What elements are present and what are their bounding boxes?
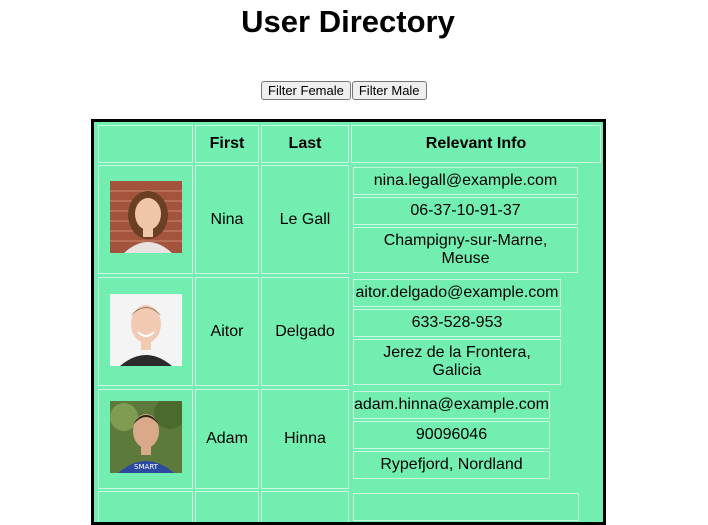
table-row-last: Le Gall [261, 165, 349, 274]
table-row-first [195, 491, 259, 522]
user-table: First Last Relevant Info Nina Le Gall ni… [91, 119, 606, 525]
table-row-photo [98, 277, 193, 386]
filter-bar: Filter Female Filter Male [261, 81, 427, 100]
page-title: User Directory [241, 4, 455, 39]
filter-female-button[interactable]: Filter Female [261, 81, 351, 100]
location-text: Rypefjord, Nordland [353, 451, 550, 479]
email-text: adam.hinna@example.com [353, 391, 550, 419]
table-row-first: Nina [195, 165, 259, 274]
avatar: SMART [110, 401, 182, 473]
table-row-first: Aitor [195, 277, 259, 386]
phone-text: 90096046 [353, 421, 550, 449]
table-row-photo: SMART [98, 389, 193, 489]
header-photo [98, 125, 193, 163]
table-row-last: Hinna [261, 389, 349, 489]
table-row-first: Adam [195, 389, 259, 489]
table-row-photo [98, 165, 193, 274]
email-text: nina.legall@example.com [353, 167, 578, 195]
email-text [353, 493, 579, 521]
location-text: Jerez de la Frontera, Galicia [353, 339, 561, 385]
header-relevant-info: Relevant Info [351, 125, 601, 163]
avatar [110, 181, 182, 253]
header-last: Last [261, 125, 349, 163]
location-text: Champigny-sur-Marne, Meuse [353, 227, 578, 273]
filter-male-button[interactable]: Filter Male [351, 81, 427, 100]
header-first: First [195, 125, 259, 163]
table-row-last [261, 491, 349, 522]
table-row-photo [98, 491, 193, 522]
svg-text:SMART: SMART [134, 463, 159, 471]
email-text: aitor.delgado@example.com [353, 279, 561, 307]
table-row-last: Delgado [261, 277, 349, 386]
phone-text: 633-528-953 [353, 309, 561, 337]
phone-text: 06-37-10-91-37 [353, 197, 578, 225]
avatar [110, 294, 182, 366]
